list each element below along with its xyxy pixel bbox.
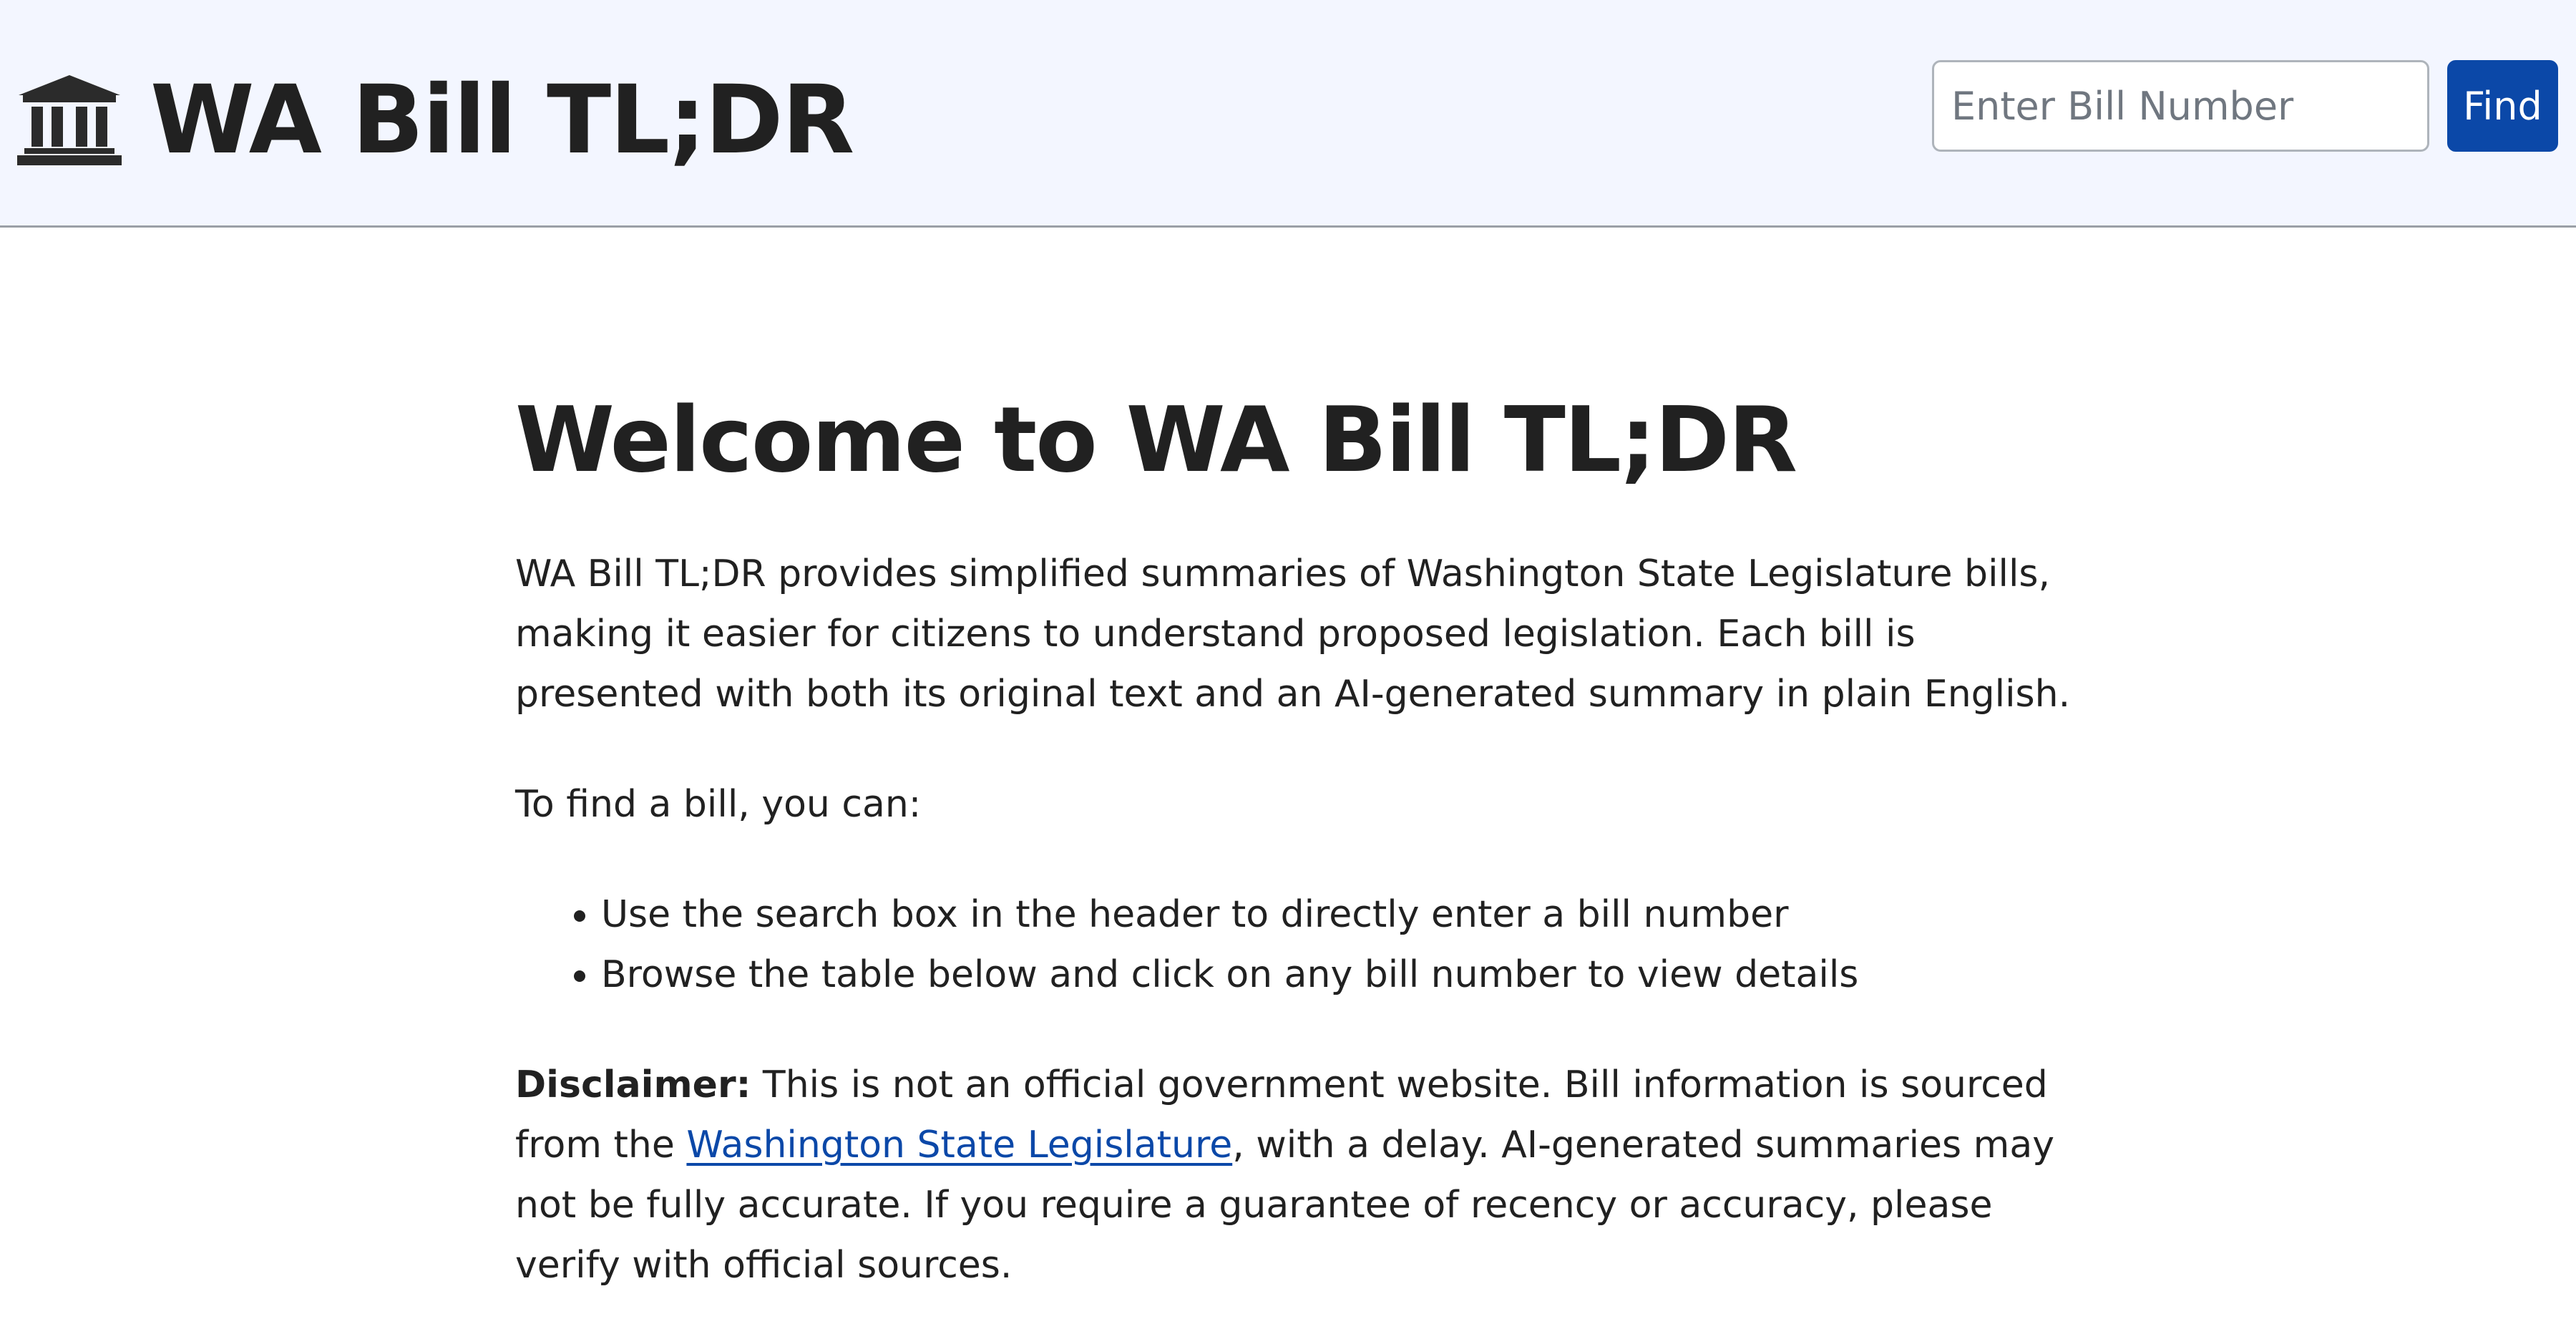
main-content: Welcome to WA Bill TL;DR WA Bill TL;DR p… xyxy=(515,372,2089,1295)
disclaimer-label: Disclaimer: xyxy=(515,1063,751,1106)
bill-search: Find xyxy=(1932,60,2558,152)
intro-paragraph: WA Bill TL;DR provides simplified summar… xyxy=(515,552,2071,716)
list-item: Browse the table below and click on any … xyxy=(601,945,2089,1005)
site-header: WA Bill TL;DR Find xyxy=(0,0,2576,228)
list-item: Use the search box in the header to dire… xyxy=(601,885,2089,945)
find-intro-text: To find a bill, you can: xyxy=(515,783,922,826)
find-options-list: Use the search box in the header to dire… xyxy=(515,885,2089,1005)
find-button[interactable]: Find xyxy=(2447,60,2558,152)
brand[interactable]: WA Bill TL;DR xyxy=(16,63,854,177)
page-title: Welcome to WA Bill TL;DR xyxy=(515,387,1797,492)
government-building-icon xyxy=(17,75,122,165)
bill-number-input[interactable] xyxy=(1932,60,2429,152)
washington-state-legislature-link[interactable]: Washington State Legislature xyxy=(686,1124,1232,1167)
disclaimer-paragraph: Disclaimer: This is not an official gove… xyxy=(515,1055,2089,1295)
site-title[interactable]: WA Bill TL;DR xyxy=(150,63,854,177)
